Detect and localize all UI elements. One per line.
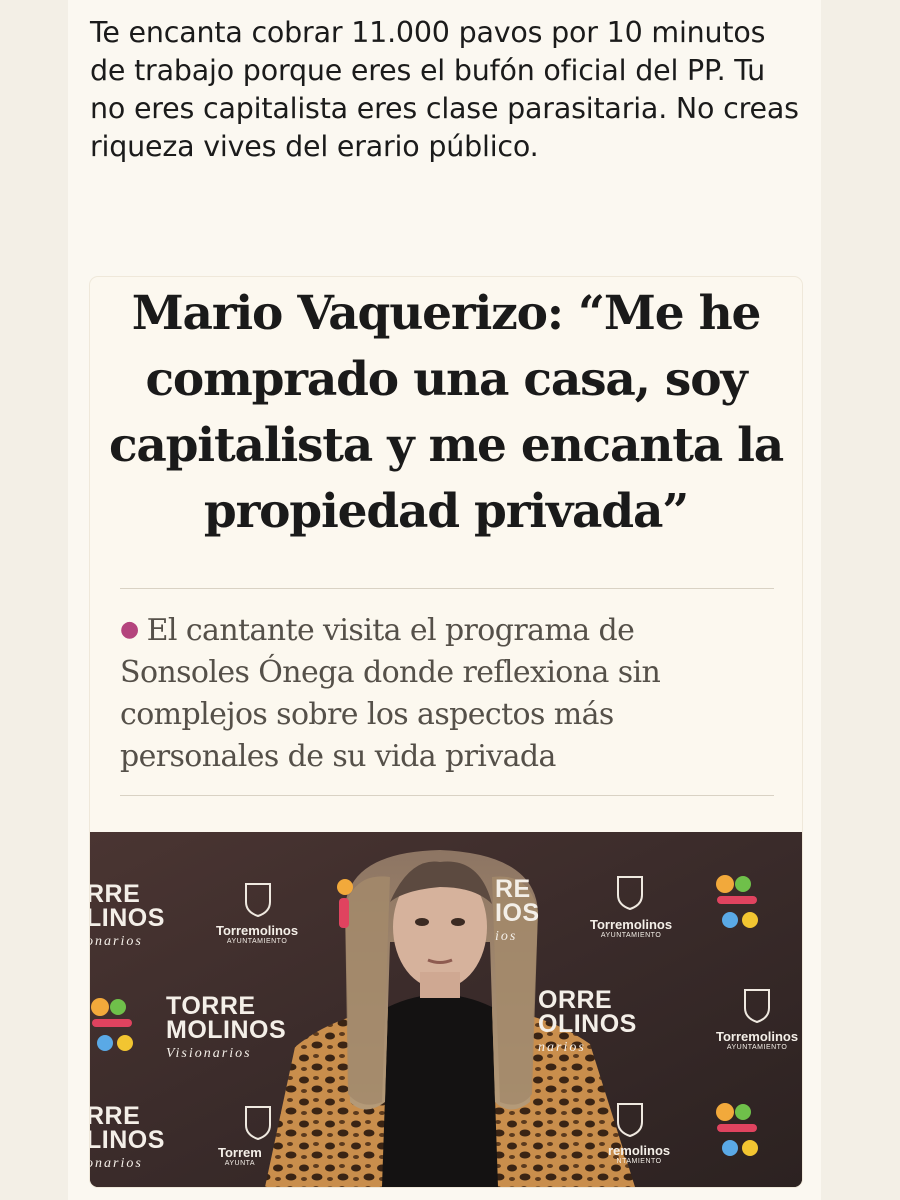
article-subheadline: ● El cantante visita el programa de Sonso… — [120, 609, 770, 778]
divider — [120, 795, 774, 796]
backdrop-town: Torremolinos AYUNTAMIENTO — [590, 917, 673, 940]
article-card[interactable]: Mario Vaquerizo: “Me he comprado una cas… — [90, 277, 802, 1187]
divider — [120, 588, 774, 589]
article-headline[interactable]: Mario Vaquerizo: “Me he comprado una cas… — [90, 277, 802, 545]
subheadline-text: El cantante visita el programa de Sonsol… — [120, 613, 661, 774]
backdrop-brand: ORRE OLINOS narios — [538, 986, 637, 1056]
backdrop-town: Torremolinos AYUNTAMIENTO — [716, 1029, 799, 1052]
post-text: Te encanta cobrar 11.000 pavos por 10 mi… — [90, 16, 799, 163]
backdrop-brand: RRE LINOS onarios — [90, 880, 165, 950]
bullet-icon: ● — [120, 617, 139, 642]
article-photo[interactable]: RRE LINOS onarios Torremolinos AYUNTAMIE… — [90, 832, 802, 1187]
post-container: Te encanta cobrar 11.000 pavos por 10 mi… — [68, 0, 821, 1200]
backdrop-brand: RE IOS ios — [495, 875, 540, 945]
backdrop-town: Torrem AYUNTA — [218, 1145, 262, 1168]
backdrop-brand: TORRE MOLINOS Visionarios — [166, 992, 287, 1062]
backdrop-brand: RRE LINOS onarios — [90, 1102, 165, 1172]
backdrop-town: Torremolinos AYUNTAMIENTO — [216, 923, 299, 946]
backdrop-town: remolinos NTAMIENTO — [608, 1143, 671, 1166]
